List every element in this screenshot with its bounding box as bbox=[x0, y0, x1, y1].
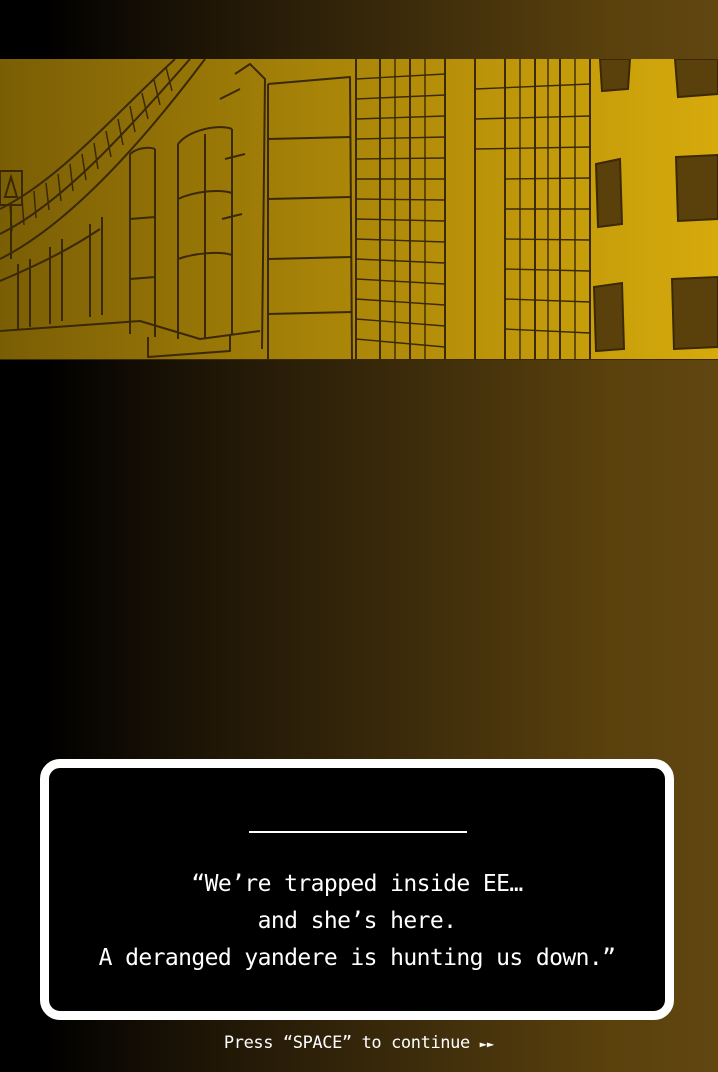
dialog-text: “We’re trapped inside EE… and she’s here… bbox=[49, 866, 665, 977]
dialog-line-2: and she’s here. bbox=[257, 908, 457, 934]
street-scene-svg bbox=[0, 59, 718, 360]
continue-prompt[interactable]: Press “SPACE” to continue ►► bbox=[0, 1033, 718, 1053]
dialog-box: “We’re trapped inside EE… and she’s here… bbox=[40, 759, 674, 1020]
dialog-line-3: A deranged yandere is hunting us down.” bbox=[98, 945, 616, 971]
street-scene-illustration bbox=[0, 59, 718, 360]
dialog-line-1: “We’re trapped inside EE… bbox=[191, 871, 523, 897]
continue-prompt-text: Press “SPACE” to continue bbox=[223, 1033, 470, 1053]
double-arrow-right-icon: ►► bbox=[479, 1037, 495, 1051]
dialog-divider bbox=[249, 831, 467, 833]
